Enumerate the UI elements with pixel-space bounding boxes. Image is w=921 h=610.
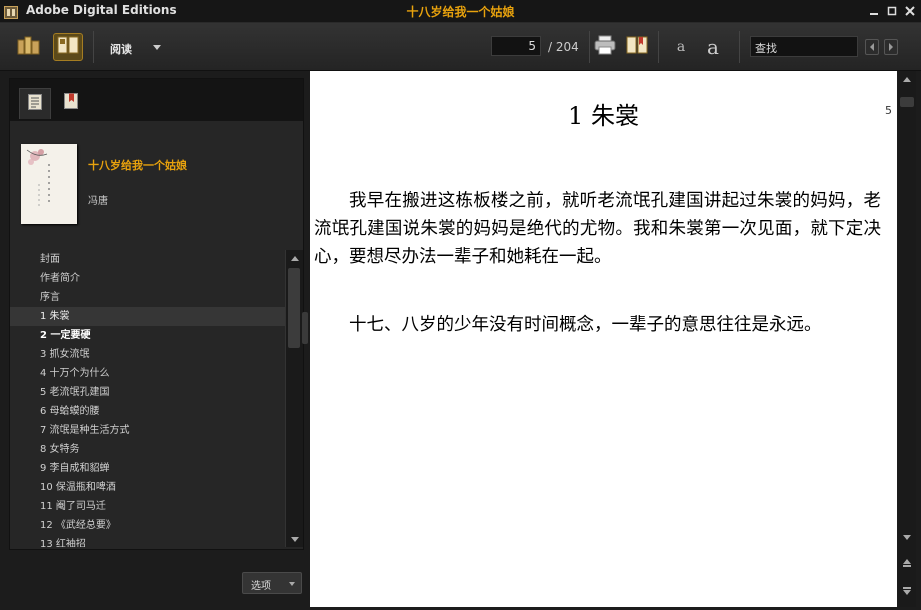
toolbar-divider — [739, 31, 740, 63]
scroll-down-icon[interactable] — [286, 531, 303, 547]
toolbar-divider — [93, 31, 94, 63]
book-cover[interactable] — [21, 144, 77, 224]
print-button[interactable] — [590, 33, 620, 61]
chevron-down-icon[interactable] — [153, 45, 161, 50]
page-number: 5 — [885, 104, 892, 117]
increase-font-button[interactable]: a — [698, 33, 728, 61]
toc-item[interactable]: 封面 — [10, 250, 285, 269]
search-next-button[interactable] — [884, 39, 898, 55]
cover-illustration-icon — [26, 149, 50, 206]
chapter-title: 1 朱裳 — [568, 102, 639, 130]
toc-scroll-thumb[interactable] — [288, 268, 300, 348]
toc-item[interactable]: 3 抓女流氓 — [10, 345, 285, 364]
toc-item-current[interactable]: 1 朱裳 — [10, 307, 285, 326]
page-number-input[interactable]: 5 — [491, 36, 541, 56]
maximize-icon[interactable] — [885, 3, 899, 18]
decrease-font-button[interactable]: a — [666, 33, 696, 61]
book-title: 十八岁给我一个姑娘 — [88, 159, 187, 172]
toc-item[interactable]: 11 阉了司马迁 — [10, 497, 285, 516]
reading-pane: 1 朱裳 5 我早在搬进这栋板楼之前，就听老流氓孔建国讲起过朱裳的妈妈，老流氓孔… — [310, 71, 897, 607]
library-button[interactable] — [14, 33, 44, 61]
options-label: 选项 — [251, 581, 271, 592]
chevron-left-icon — [870, 43, 874, 51]
scroll-up-icon[interactable] — [286, 250, 303, 266]
options-button[interactable]: 选项 — [242, 572, 302, 594]
chevron-right-icon — [889, 43, 893, 51]
toc-scrollbar[interactable] — [285, 250, 303, 547]
title-bar: Adobe Digital Editions 十八岁给我一个姑娘 — [0, 0, 921, 23]
toc-item[interactable]: 2 一定要硬 — [10, 326, 285, 345]
toc-item[interactable]: 序言 — [10, 288, 285, 307]
toc-icon — [28, 94, 42, 114]
search-input[interactable]: 查找 — [750, 36, 858, 57]
toc-item[interactable]: 13 红袖招 — [10, 535, 285, 547]
search-previous-button[interactable] — [865, 39, 879, 55]
tab-table-of-contents[interactable] — [19, 88, 51, 119]
panel-splitter-handle[interactable] — [302, 312, 308, 344]
scroll-down-icon[interactable] — [898, 529, 916, 545]
toc-item[interactable]: 10 保温瓶和啤酒 — [10, 478, 285, 497]
toc-item[interactable]: 4 十万个为什么 — [10, 364, 285, 383]
library-icon — [17, 35, 41, 59]
reader-scroll-thumb[interactable] — [900, 97, 914, 107]
reading-view-button[interactable] — [53, 33, 83, 61]
page-up-icon[interactable] — [898, 555, 916, 571]
bookmark-icon — [626, 35, 648, 59]
tab-bookmarks[interactable] — [56, 88, 86, 118]
print-icon — [594, 35, 616, 59]
sidebar-panel: 十八岁给我一个姑娘 冯唐 封面 作者简介 序言 1 朱裳 2 一定要硬 3 抓女… — [9, 78, 304, 550]
sidebar-tabs — [10, 79, 303, 121]
bookmarks-tab-icon — [64, 93, 78, 113]
toolbar-divider — [658, 31, 659, 63]
page-total: / 204 — [548, 40, 579, 54]
body-paragraph: 十七、八岁的少年没有时间概念，一辈子的意思往往是永远。 — [349, 315, 822, 335]
toc-item[interactable]: 6 母蛤蟆的腰 — [10, 402, 285, 421]
minimize-icon[interactable] — [867, 3, 881, 18]
toc-item[interactable]: 8 女特务 — [10, 440, 285, 459]
table-of-contents: 封面 作者简介 序言 1 朱裳 2 一定要硬 3 抓女流氓 4 十万个为什么 5… — [10, 250, 285, 547]
toc-item[interactable]: 作者简介 — [10, 269, 285, 288]
view-mode-label[interactable]: 阅读 — [110, 41, 132, 57]
scroll-up-icon[interactable] — [898, 71, 916, 87]
close-icon[interactable] — [903, 3, 917, 18]
toc-item[interactable]: 12 《武经总要》 — [10, 516, 285, 535]
toc-item[interactable]: 5 老流氓孔建国 — [10, 383, 285, 402]
reading-view-icon — [57, 36, 79, 58]
toc-item[interactable]: 9 李自成和貂蝉 — [10, 459, 285, 478]
page-down-icon[interactable] — [898, 583, 916, 599]
app-icon — [4, 4, 18, 19]
reader-scrollbar[interactable] — [898, 71, 916, 607]
chevron-down-icon — [289, 582, 295, 586]
font-smaller-icon: a — [676, 39, 686, 55]
toc-item[interactable]: 7 流氓是种生活方式 — [10, 421, 285, 440]
font-larger-icon: a — [707, 35, 719, 59]
app-title: Adobe Digital Editions — [26, 3, 177, 17]
add-bookmark-button[interactable] — [622, 33, 652, 61]
body-paragraph: 我早在搬进这栋板楼之前，就听老流氓孔建国讲起过朱裳的妈妈，老流氓孔建国说朱裳的妈… — [314, 191, 881, 267]
book-author: 冯唐 — [88, 196, 108, 207]
